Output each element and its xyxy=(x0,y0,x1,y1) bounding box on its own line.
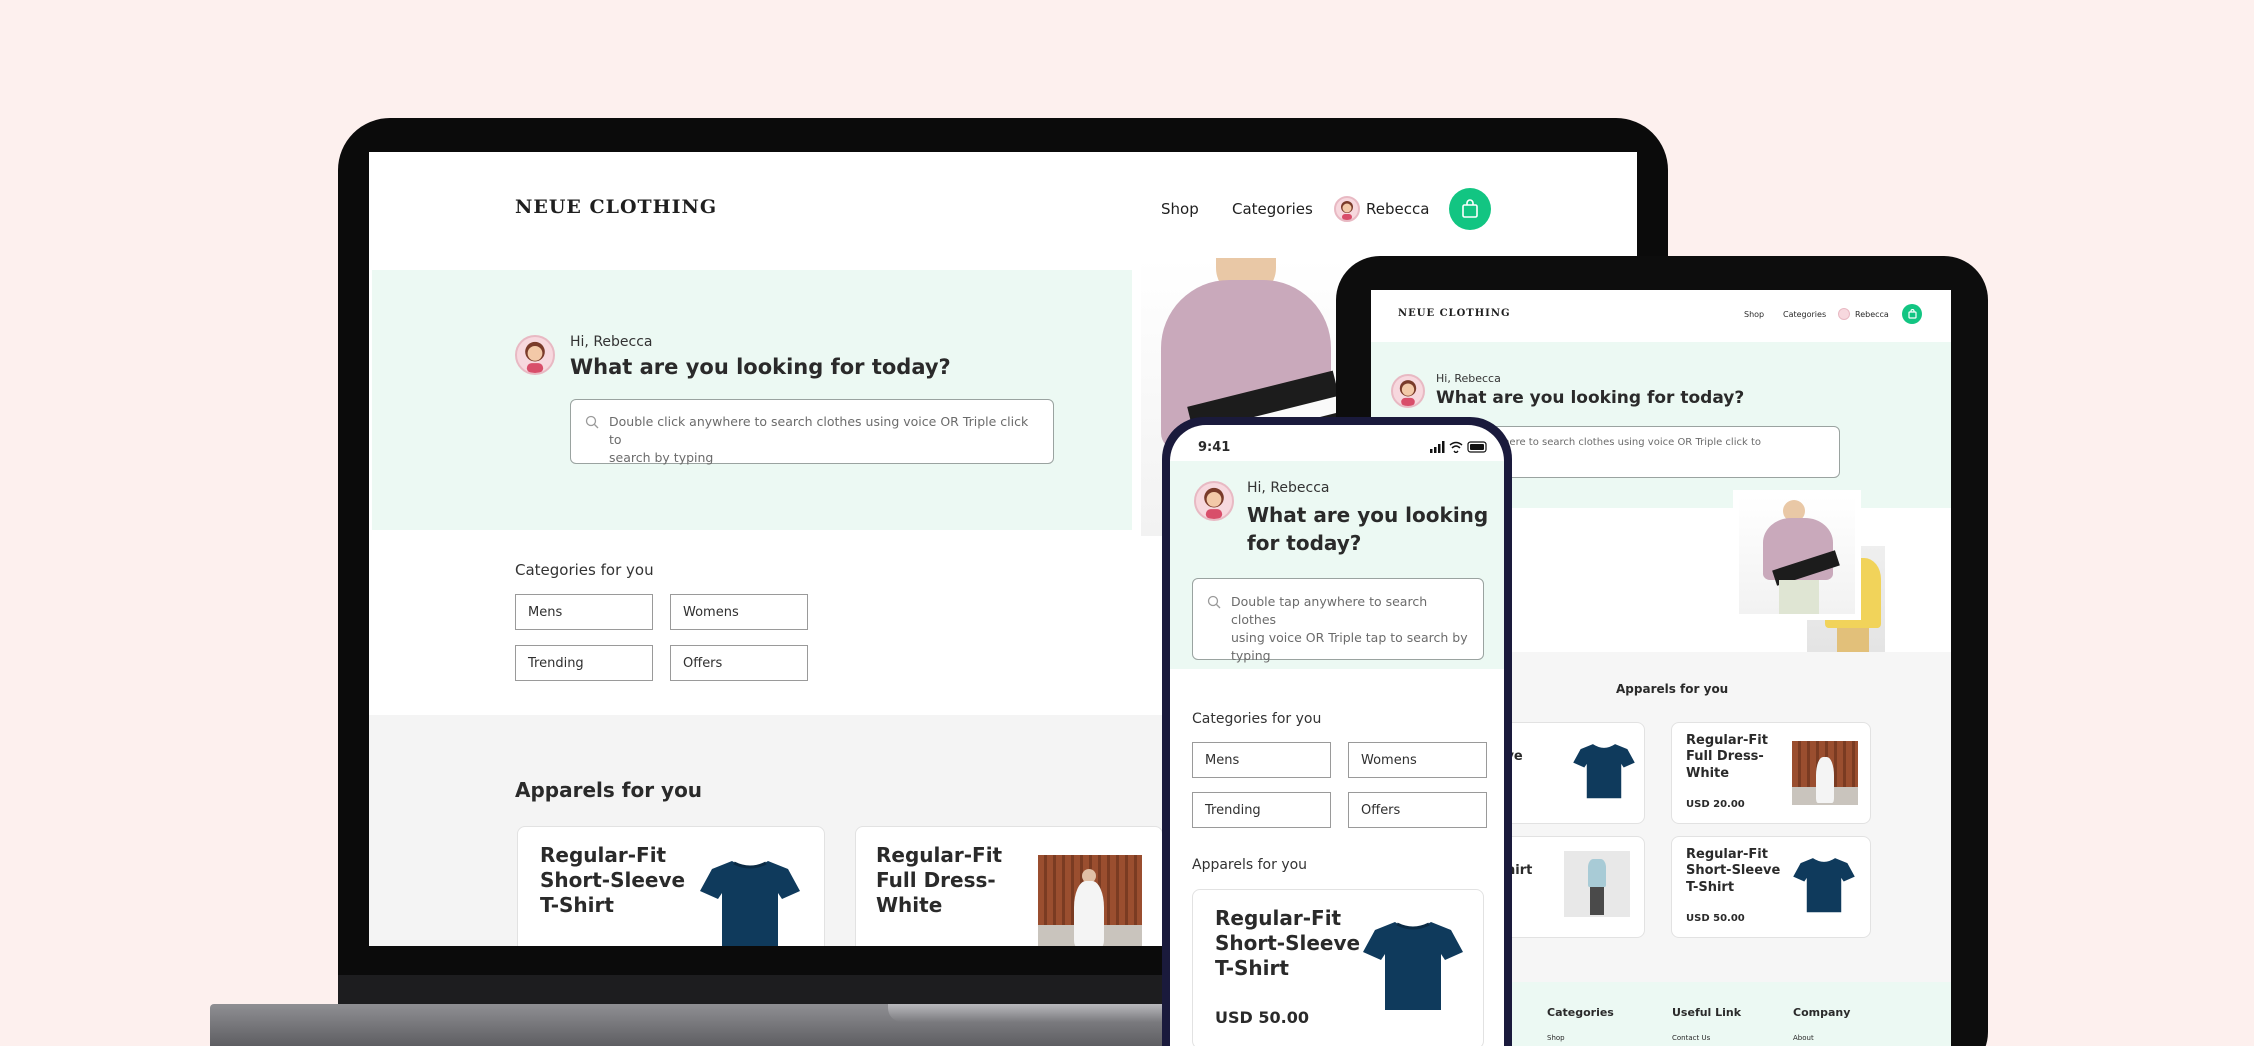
category-mens[interactable]: Mens xyxy=(1192,742,1331,778)
footer-link[interactable]: Contact Us xyxy=(1672,1034,1710,1042)
hero-heading-line1: What are you looking xyxy=(1247,503,1489,527)
footer-col-title: Company xyxy=(1793,1006,1851,1019)
brand-logo[interactable]: NEUE CLOTHING xyxy=(1398,308,1511,319)
tshirt-image xyxy=(1363,922,1463,1010)
hero-heading: What are you looking for today? xyxy=(570,355,951,379)
search-icon xyxy=(1207,595,1221,609)
search-placeholder-line1: Double click anywhere to search clothes … xyxy=(609,414,1029,448)
card-title-line1: Regular-Fit xyxy=(1215,906,1342,930)
category-offers[interactable]: Offers xyxy=(670,645,808,681)
card-title-line2: Short-Sleeve xyxy=(540,868,686,892)
search-placeholder-line3: typing xyxy=(1231,648,1271,664)
hero-greeting: Hi, Rebecca xyxy=(1247,480,1330,496)
search-icon xyxy=(585,415,599,429)
card-title-line1: Regular-Fit xyxy=(876,843,1003,867)
category-womens[interactable]: Womens xyxy=(670,594,808,630)
hero-avatar xyxy=(1194,481,1234,521)
category-mens[interactable]: Mens xyxy=(515,594,653,630)
white-dress-image xyxy=(1792,741,1858,805)
nav-categories[interactable]: Categories xyxy=(1783,310,1826,319)
search-input[interactable]: Double click anywhere to search clothes … xyxy=(570,399,1054,466)
apparel-card[interactable]: Regular-Fit Short-Sleeve T-Shirt xyxy=(517,826,825,946)
card-title-line2: Short-Sleeve xyxy=(1686,863,1781,879)
avatar-face-icon xyxy=(525,341,545,373)
footer-link[interactable]: Shop xyxy=(1547,1034,1565,1042)
apparel-card[interactable]: Regular-Fit Full Dress- White USD 20.00 xyxy=(1671,722,1871,824)
nav-shop[interactable]: Shop xyxy=(1161,200,1199,218)
hero-avatar xyxy=(515,335,555,375)
category-offers[interactable]: Offers xyxy=(1348,792,1487,828)
avatar-face-icon xyxy=(1204,487,1224,519)
shopping-bag-icon xyxy=(1907,309,1917,319)
card-title-line3: White xyxy=(876,893,943,917)
card-title-line3: White xyxy=(1686,765,1730,781)
apparel-card[interactable]: Regular-Fit Full Dress- White xyxy=(855,826,1163,946)
tshirt-image xyxy=(1793,858,1855,913)
shopping-bag-icon xyxy=(1462,199,1478,218)
card-price: USD 20.00 xyxy=(1686,799,1745,810)
brand-logo[interactable]: NEUE CLOTHING xyxy=(515,196,717,218)
status-time: 9:41 xyxy=(1198,440,1231,455)
category-trending[interactable]: Trending xyxy=(515,645,653,681)
phone-screen: 9:41 Hi, Rebecca What are you looking fo… xyxy=(1170,425,1504,1046)
laptop-notch xyxy=(888,1004,1200,1022)
nav-user[interactable]: Rebecca xyxy=(1855,310,1889,319)
tshirt-image xyxy=(1573,744,1635,799)
search-input[interactable]: Double tap anywhere to search clothes us… xyxy=(1192,578,1484,663)
white-dress-image xyxy=(1038,855,1142,946)
footer-link[interactable]: About xyxy=(1793,1034,1814,1042)
hero-heading: What are you looking for today? xyxy=(1436,388,1745,408)
card-title-line3: T-Shirt xyxy=(540,893,614,917)
card-price: USD 50.00 xyxy=(1215,1008,1309,1027)
nav-user[interactable]: Rebecca xyxy=(1366,200,1429,218)
hero-avatar xyxy=(1391,374,1425,408)
nav-categories[interactable]: Categories xyxy=(1232,200,1313,218)
apparel-card[interactable]: Regular-Fit Short-Sleeve T-Shirt USD 50.… xyxy=(1671,836,1871,938)
category-trending[interactable]: Trending xyxy=(1192,792,1331,828)
search-placeholder-line2: using voice OR Triple tap to search by xyxy=(1231,630,1468,646)
user-avatar[interactable] xyxy=(1334,196,1360,222)
card-title-line3: T-Shirt xyxy=(1215,956,1289,980)
category-womens[interactable]: Womens xyxy=(1348,742,1487,778)
shirt-model-image xyxy=(1564,851,1630,917)
categories-title: Categories for you xyxy=(515,561,654,579)
avatar-face-icon xyxy=(1341,201,1353,220)
card-title-line3: T-Shirt xyxy=(1686,879,1735,895)
hoodie-photo xyxy=(1733,490,1861,620)
apparels-title: Apparels for you xyxy=(1616,682,1729,696)
apparels-title: Apparels for you xyxy=(515,778,703,802)
apparels-title: Apparels for you xyxy=(1192,857,1308,873)
hero-greeting: Hi, Rebecca xyxy=(570,334,653,350)
card-title-line2: Full Dress- xyxy=(1686,749,1764,765)
avatar-face-icon xyxy=(1399,380,1417,406)
card-title-line1: Regular-Fit xyxy=(1686,847,1768,862)
footer-col-title: Useful Link xyxy=(1672,1006,1742,1019)
tshirt-image xyxy=(700,861,800,946)
apparel-card[interactable]: Regular-Fit Short-Sleeve T-Shirt USD 50.… xyxy=(1192,889,1484,1046)
card-title-line2: Short-Sleeve xyxy=(1215,931,1361,955)
hero-heading-line2: for today? xyxy=(1247,531,1362,555)
hero-greeting: Hi, Rebecca xyxy=(1436,372,1501,385)
search-placeholder-line1: Double tap anywhere to search clothes xyxy=(1231,594,1428,628)
user-avatar[interactable] xyxy=(1838,308,1850,320)
status-icons xyxy=(1430,441,1487,453)
footer-col-title: Categories xyxy=(1547,1006,1614,1019)
cart-button[interactable] xyxy=(1902,304,1922,324)
categories-title: Categories for you xyxy=(1192,711,1322,727)
search-placeholder-line2: search by typing xyxy=(609,450,714,466)
card-title-line1: Regular-Fit xyxy=(540,843,667,867)
card-title-line1: Regular-Fit xyxy=(1686,733,1768,748)
nav-shop[interactable]: Shop xyxy=(1744,310,1764,319)
card-price: USD 50.00 xyxy=(1686,913,1745,924)
cart-button[interactable] xyxy=(1449,188,1491,230)
card-title-line2: Full Dress- xyxy=(876,868,996,892)
